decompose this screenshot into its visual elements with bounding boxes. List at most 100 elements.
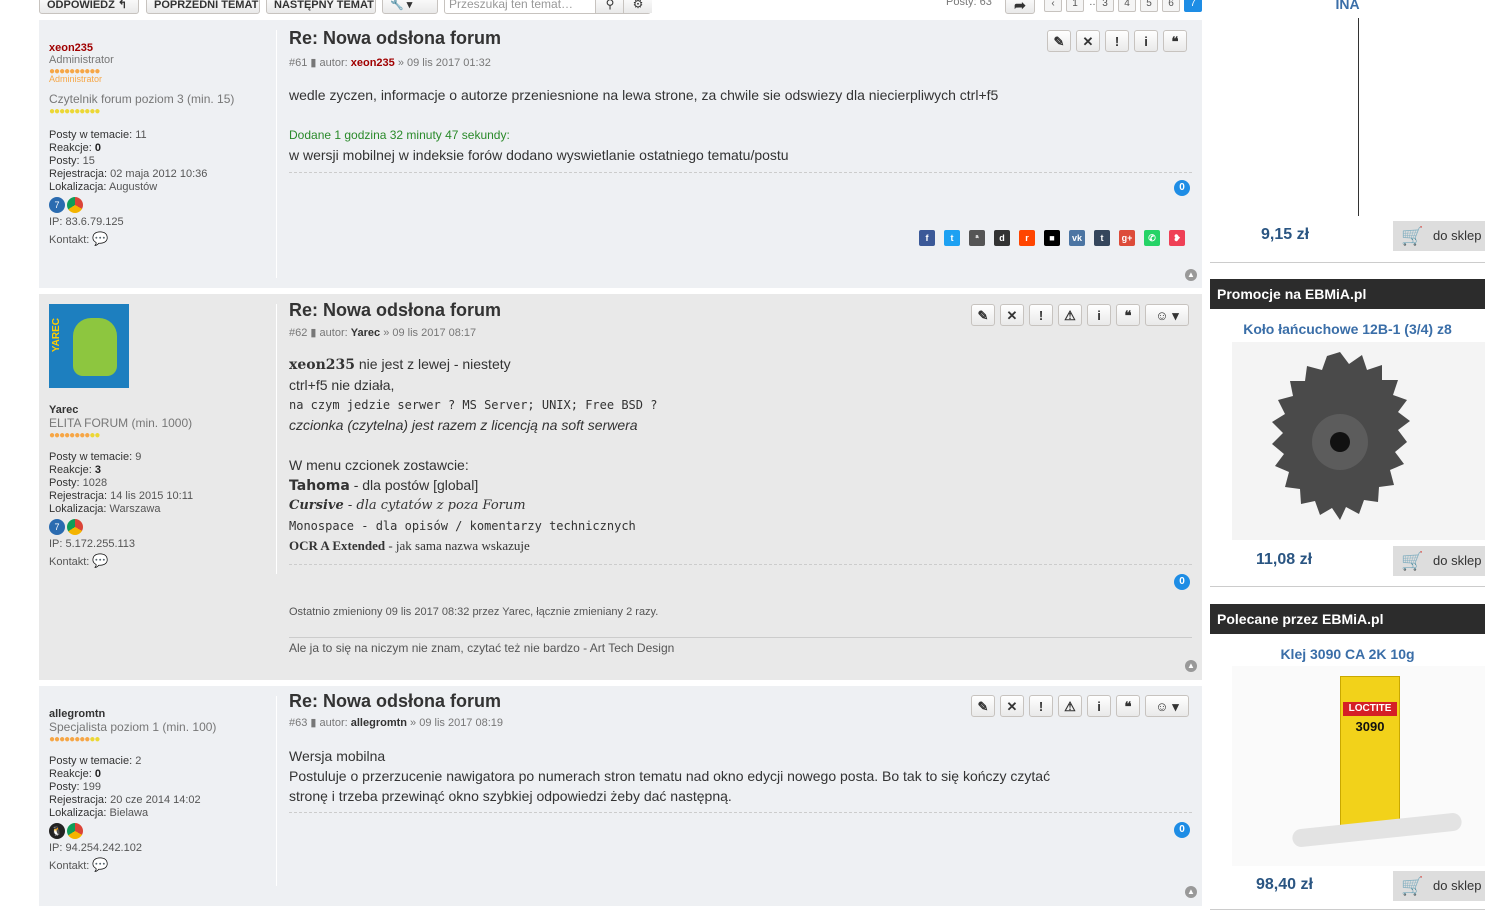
edit-icon[interactable]: ✎ (971, 304, 995, 326)
cart-button-top[interactable]: 🛒 do sklep (1393, 221, 1485, 251)
product-name-top[interactable]: INA (1210, 0, 1485, 12)
reply-button[interactable]: ODPOWIEDZ ↰ (39, 0, 139, 14)
delete-icon[interactable]: ✕ (1000, 695, 1024, 717)
product-image-1[interactable] (1232, 342, 1485, 540)
label: Posty: (49, 477, 80, 489)
pocket-icon[interactable]: ❥ (1169, 230, 1185, 246)
quote-icon[interactable]: ❝ (1116, 304, 1140, 326)
product-name-2[interactable]: Klej 3090 CA 2K 10g (1210, 646, 1485, 662)
post-number[interactable]: #62 (289, 327, 307, 339)
product-name-1[interactable]: Koło łańcuchowe 12B-1 (3/4) z8 (1210, 321, 1485, 337)
delicious-icon[interactable]: ■ (1044, 230, 1060, 246)
info-icon[interactable]: i (1134, 30, 1158, 52)
quote-icon[interactable]: ❝ (1163, 30, 1187, 52)
google-plus-icon[interactable]: g+ (1119, 230, 1135, 246)
page-3[interactable]: 3 (1096, 0, 1114, 12)
registration-date: 20 cze 2014 14:02 (110, 794, 201, 806)
warning-icon[interactable]: ⚠ (1058, 695, 1082, 717)
post-title[interactable]: Re: Nowa odsłona forum (289, 691, 501, 712)
report-icon[interactable]: ! (1029, 304, 1053, 326)
post-title[interactable]: Re: Nowa odsłona forum (289, 300, 501, 321)
text: W menu czcionek zostawcie: (289, 457, 469, 473)
previous-topic-button[interactable]: POPRZEDNI TEMAT (146, 0, 260, 14)
label: Reakcje: (49, 464, 92, 476)
location: Augustów (108, 181, 158, 193)
search-input[interactable]: Przeszukaj ten temat… (449, 0, 573, 11)
reactions-dropdown[interactable]: ☺ ▾ (1145, 695, 1189, 717)
windows-7-icon: 7 (49, 197, 65, 213)
label: Posty w temacie: (49, 129, 133, 141)
post-author[interactable]: Yarec (351, 327, 380, 339)
report-icon[interactable]: ! (1105, 30, 1129, 52)
post-number[interactable]: #63 (289, 717, 307, 729)
post-body: Wersja mobilna Postuluje o przerzucenie … (289, 746, 1050, 806)
digg-icon[interactable]: d (994, 230, 1010, 246)
label: Rejestracja: (49, 794, 108, 806)
delete-icon[interactable]: ✕ (1000, 304, 1024, 326)
mention[interactable]: xeon235 (289, 357, 355, 373)
tumblr-t-icon[interactable]: t (1094, 230, 1110, 246)
edit-icon[interactable]: ✎ (971, 695, 995, 717)
page-4[interactable]: 4 (1118, 0, 1136, 12)
reactions-badge[interactable]: 0 (1174, 822, 1190, 838)
back-to-top-icon[interactable]: ▲ (1185, 886, 1197, 898)
chevron-down-icon: ▾ (1172, 699, 1179, 714)
page-7-current[interactable]: 7 (1184, 0, 1202, 12)
post-62: YAREC Yarec ELITA FORUM (min. 1000) ●●●●… (39, 294, 1202, 680)
profile-username[interactable]: xeon235 (49, 42, 277, 54)
quote-icon[interactable]: ❝ (1116, 695, 1140, 717)
info-icon[interactable]: i (1087, 695, 1111, 717)
chat-bubble-icon[interactable]: 💬 (92, 231, 108, 246)
label: Lokalizacja: (49, 181, 107, 193)
profile-username[interactable]: Yarec (49, 404, 277, 416)
reddit-icon[interactable]: r (1019, 230, 1035, 246)
edit-icon[interactable]: ✎ (1047, 30, 1071, 52)
posts-in-topic: 11 (135, 129, 147, 141)
vk-icon[interactable]: vk (1069, 230, 1085, 246)
tools-dropdown-button[interactable]: 🔧 ▾ (382, 0, 438, 14)
chat-bubble-icon[interactable]: 💬 (92, 857, 108, 872)
reactions-dropdown[interactable]: ☺ ▾ (1145, 304, 1189, 326)
page-5[interactable]: 5 (1140, 0, 1158, 12)
facebook-icon[interactable]: f (919, 230, 935, 246)
post-body: wedle zyczen, informacje o autorze przen… (289, 87, 999, 103)
twitter-icon[interactable]: t (944, 230, 960, 246)
post-meta: #61 ▮ autor: xeon235 » 09 lis 2017 01:32 (289, 56, 491, 69)
delete-icon[interactable]: ✕ (1076, 30, 1100, 52)
page-6[interactable]: 6 (1162, 0, 1180, 12)
jump-to-icon[interactable]: ➦ (1005, 0, 1035, 14)
page-1[interactable]: 1 (1066, 0, 1084, 12)
cart-button-1[interactable]: 🛒 do sklep (1393, 546, 1485, 576)
warning-icon[interactable]: ⚠ (1058, 304, 1082, 326)
author-label: autor: (319, 57, 348, 69)
post-date: » 09 lis 2017 08:17 (383, 327, 477, 339)
report-icon[interactable]: ! (1029, 695, 1053, 717)
tumblr-icon[interactable]: ª (969, 230, 985, 246)
next-topic-button[interactable]: NASTĘPNY TEMAT (266, 0, 376, 14)
product-image-2[interactable]: LOCTITE 3090 (1232, 666, 1485, 866)
posts-in-topic: 2 (135, 755, 142, 767)
post-author[interactable]: allegromtn (351, 717, 407, 729)
search-icon[interactable]: ⚲ (595, 0, 624, 13)
avatar[interactable]: YAREC (49, 304, 129, 388)
text-mono: na czym jedzie serwer ? MS Server; UNIX;… (289, 398, 658, 412)
added-note: Dodane 1 godzina 32 minuty 47 sekundy: (289, 128, 510, 142)
reactions-badge[interactable]: 0 (1174, 180, 1190, 196)
reactions-badge[interactable]: 0 (1174, 574, 1190, 590)
back-to-top-icon[interactable]: ▲ (1185, 660, 1197, 672)
author-label: autor: (319, 327, 348, 339)
whatsapp-icon[interactable]: ✆ (1144, 230, 1160, 246)
info-icon[interactable]: i (1087, 304, 1111, 326)
topic-search: Przeszukaj ten temat… ⚲ ⚙ (444, 0, 652, 14)
chat-bubble-icon[interactable]: 💬 (92, 553, 108, 568)
cart-button-2[interactable]: 🛒 do sklep (1393, 871, 1485, 901)
post-author[interactable]: xeon235 (351, 57, 395, 69)
location: Bielawa (109, 807, 149, 819)
post-number[interactable]: #61 (289, 57, 307, 69)
gear-icon[interactable]: ⚙ (623, 0, 652, 13)
profile-username[interactable]: allegromtn (49, 708, 277, 720)
back-to-top-icon[interactable]: ▲ (1185, 269, 1197, 281)
cart-label: do sklep (1433, 878, 1482, 893)
prev-page-button[interactable]: ‹ (1044, 0, 1062, 12)
post-title[interactable]: Re: Nowa odsłona forum (289, 28, 501, 49)
